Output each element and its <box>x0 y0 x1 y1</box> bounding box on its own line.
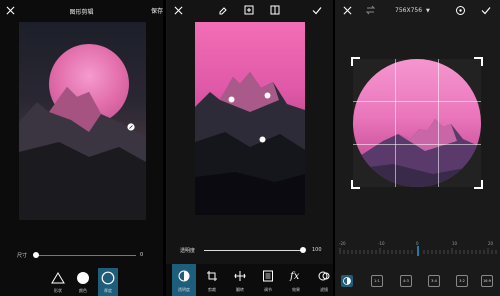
shape-label: 形状 <box>54 288 62 293</box>
confirm-check-icon[interactable] <box>312 6 322 15</box>
shape-button-circle-outline[interactable]: 厚度 <box>98 268 118 296</box>
free-crop-icon[interactable] <box>341 275 353 287</box>
size-slider-thumb[interactable] <box>33 252 39 258</box>
top-bar: 图形剪辑 保存 <box>0 0 163 22</box>
rotation-ruler[interactable]: -20 -10 0 10 20 <box>335 241 500 256</box>
ruler-ticks <box>339 246 497 256</box>
photo-canvas[interactable] <box>19 22 146 220</box>
corner-handle-icon[interactable] <box>473 57 483 67</box>
mountain-image <box>353 119 481 187</box>
crop-canvas[interactable] <box>351 57 483 189</box>
tool-crop[interactable]: 剪裁 <box>200 264 224 296</box>
opacity-value: 100 <box>312 247 322 253</box>
eraser-icon[interactable] <box>218 5 228 15</box>
tool-opacity[interactable]: 透明度 <box>172 264 196 296</box>
mountain-image <box>195 72 305 215</box>
ratio-16-9[interactable]: 16:9 <box>481 275 493 287</box>
aspect-ratio-bar: 1:1 4:3 3:4 3:2 16:9 <box>335 275 500 291</box>
shape-button-triangle[interactable]: 形状 <box>48 268 68 296</box>
filled-circle-icon <box>76 271 90 285</box>
shape-button-circle-filled[interactable]: 颜色 <box>73 268 93 296</box>
tool-label: 剪裁 <box>208 287 216 292</box>
close-icon[interactable] <box>174 6 183 15</box>
photo-canvas[interactable] <box>195 22 305 215</box>
circle-outline-icon <box>101 271 115 285</box>
handle-dot-icon[interactable] <box>259 136 266 143</box>
corner-handle-icon[interactable] <box>351 179 361 189</box>
shape-label: 厚度 <box>104 288 112 293</box>
close-icon[interactable] <box>343 6 352 15</box>
tool-filter[interactable]: 滤镜 <box>312 264 333 296</box>
shape-label: 颜色 <box>79 288 87 293</box>
grid-line <box>353 144 481 145</box>
grid-line <box>353 101 481 102</box>
opacity-slider-track[interactable] <box>204 250 302 251</box>
page-title: 图形剪辑 <box>69 9 94 16</box>
dimensions-selector[interactable]: 756X756 ▼ <box>395 7 430 14</box>
tool-label: 滤镜 <box>320 287 328 292</box>
opacity-icon <box>178 270 190 282</box>
top-bar <box>166 0 333 22</box>
chevron-down-icon: ▼ <box>425 8 430 14</box>
handle-dot-icon[interactable] <box>264 92 271 99</box>
size-value: 0 <box>140 252 144 258</box>
save-button[interactable]: 保存 <box>151 6 163 15</box>
top-bar: 756X756 ▼ <box>335 0 500 22</box>
ratio-3-4[interactable]: 3:4 <box>428 275 440 287</box>
crop-panel: 756X756 ▼ -20 -10 0 10 20 1:1 4:3 3:4 3:… <box>335 0 500 296</box>
rotate-icon[interactable] <box>455 5 466 16</box>
tool-label: 透明度 <box>178 287 190 292</box>
opacity-slider-thumb[interactable] <box>300 247 306 253</box>
resize-handle-icon[interactable] <box>127 123 135 131</box>
ratio-3-2[interactable]: 3:2 <box>456 275 468 287</box>
size-slider-row: 尺寸 0 <box>0 251 163 261</box>
corner-handle-icon[interactable] <box>351 57 361 67</box>
edit-panel: 透明度 100 透明度 剪裁 翻转 调节 fx 效果 滤镜 <box>166 0 333 296</box>
confirm-check-icon[interactable] <box>481 6 491 15</box>
filter-icon <box>318 270 330 282</box>
triangle-icon <box>51 272 65 284</box>
opacity-label: 透明度 <box>180 248 196 254</box>
tool-label: 翻转 <box>236 287 244 292</box>
compare-icon[interactable] <box>270 5 280 15</box>
shape-crop-panel: 图形剪辑 保存 尺寸 0 形状 颜色 厚度 <box>0 0 163 296</box>
grid-line <box>438 59 439 187</box>
mountain-image <box>19 87 146 220</box>
ratio-1-1[interactable]: 1:1 <box>371 275 383 287</box>
tool-label: 调节 <box>264 287 272 292</box>
ratio-4-3[interactable]: 4:3 <box>400 275 412 287</box>
crop-icon <box>206 270 218 282</box>
adjust-icon <box>262 270 274 282</box>
add-layer-icon[interactable] <box>244 5 254 15</box>
size-label: 尺寸 <box>17 253 28 259</box>
tool-effects[interactable]: fx 效果 <box>284 264 308 296</box>
flip-icon <box>234 270 246 282</box>
circle-photo <box>353 59 481 187</box>
tool-adjust[interactable]: 调节 <box>256 264 280 296</box>
size-slider-track[interactable] <box>36 255 136 256</box>
fx-icon: fx <box>289 269 303 281</box>
reset-icon[interactable] <box>365 5 376 15</box>
corner-handle-icon[interactable] <box>473 179 483 189</box>
bottom-toolbar: 透明度 剪裁 翻转 调节 fx 效果 滤镜 <box>166 264 333 296</box>
grid-line <box>395 59 396 187</box>
handle-dot-icon[interactable] <box>228 96 235 103</box>
tool-label: 效果 <box>292 287 300 292</box>
dimensions-value: 756X756 <box>395 7 423 14</box>
opacity-slider-row: 透明度 100 <box>166 246 333 256</box>
tool-flip[interactable]: 翻转 <box>228 264 252 296</box>
svg-text:fx: fx <box>289 271 300 281</box>
